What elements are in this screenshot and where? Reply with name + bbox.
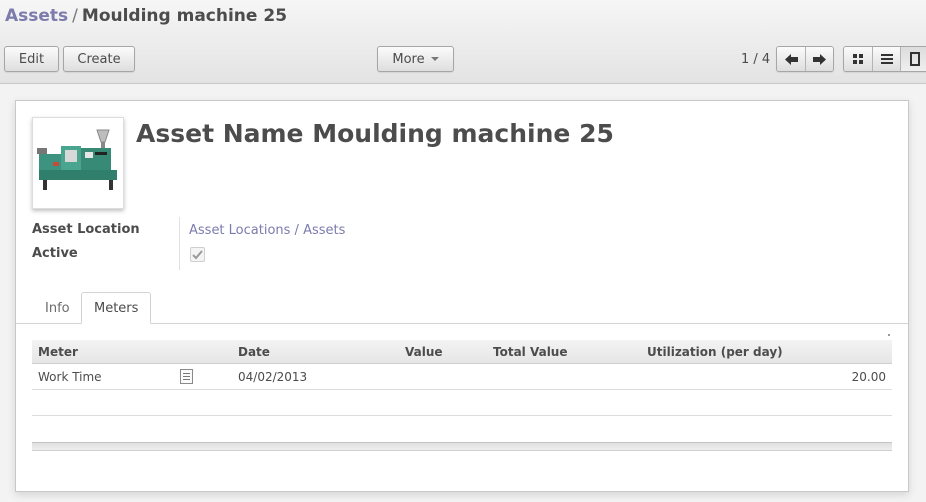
list-view-button[interactable] xyxy=(872,47,900,71)
checkmark-icon xyxy=(192,249,203,259)
asset-location-label: Asset Location xyxy=(32,222,140,237)
active-checkbox[interactable] xyxy=(190,247,205,262)
column-header-meter[interactable]: Meter xyxy=(38,345,78,359)
more-label: More xyxy=(392,51,425,67)
asset-image[interactable] xyxy=(32,117,124,209)
cell-utilization: 20.00 xyxy=(851,370,886,384)
table-footer xyxy=(32,442,892,451)
table-row[interactable]: Work Time 04/02/2013 20.00 xyxy=(32,364,892,390)
previous-record-button[interactable] xyxy=(777,47,805,71)
tab-info[interactable]: Info xyxy=(33,292,82,324)
asset-location-link[interactable]: Asset Locations / Assets xyxy=(189,223,345,238)
column-header-total-value[interactable]: Total Value xyxy=(493,345,567,359)
next-record-button[interactable] xyxy=(805,47,833,71)
meters-table: Meter Date Value Total Value Utilization… xyxy=(32,340,892,451)
pager-navigation xyxy=(776,46,834,72)
breadcrumb-current: Moulding machine 25 xyxy=(81,6,288,26)
arrow-right-icon xyxy=(813,53,826,65)
edit-button[interactable]: Edit xyxy=(4,46,59,72)
cell-meter: Work Time xyxy=(38,370,102,384)
tab-meters[interactable]: Meters xyxy=(81,292,152,324)
caret-down-icon xyxy=(430,57,439,61)
create-button[interactable]: Create xyxy=(63,46,135,72)
breadcrumb: Assets / Moulding machine 25 xyxy=(5,6,287,26)
arrow-left-icon xyxy=(784,53,798,65)
field-divider xyxy=(179,217,180,270)
more-dropdown-button[interactable]: More xyxy=(377,46,454,72)
form-icon xyxy=(909,52,920,66)
kanban-grid-icon xyxy=(853,54,863,64)
active-label: Active xyxy=(32,246,78,261)
view-switcher xyxy=(843,46,926,72)
column-header-date[interactable]: Date xyxy=(238,345,270,359)
column-header-utilization[interactable]: Utilization (per day) xyxy=(647,345,783,359)
resize-handle-dot xyxy=(888,334,890,336)
document-icon[interactable] xyxy=(180,369,193,384)
record-title: Asset Name Moulding machine 25 xyxy=(136,119,614,148)
table-header: Meter Date Value Total Value Utilization… xyxy=(32,340,892,364)
cell-date: 04/02/2013 xyxy=(238,370,308,384)
table-row xyxy=(32,390,892,416)
moulding-machine-image xyxy=(33,118,123,208)
column-header-value[interactable]: Value xyxy=(405,345,443,359)
breadcrumb-separator: / xyxy=(72,6,78,26)
pager-counter[interactable]: 1 / 4 xyxy=(741,52,770,67)
breadcrumb-assets-link[interactable]: Assets xyxy=(5,6,68,26)
kanban-view-button[interactable] xyxy=(844,47,872,71)
form-view-button[interactable] xyxy=(900,47,926,71)
list-icon xyxy=(880,54,893,64)
form-sheet: Asset Name Moulding machine 25 Asset Loc… xyxy=(15,100,909,492)
control-panel: Assets / Moulding machine 25 Edit Create M… xyxy=(0,0,926,84)
